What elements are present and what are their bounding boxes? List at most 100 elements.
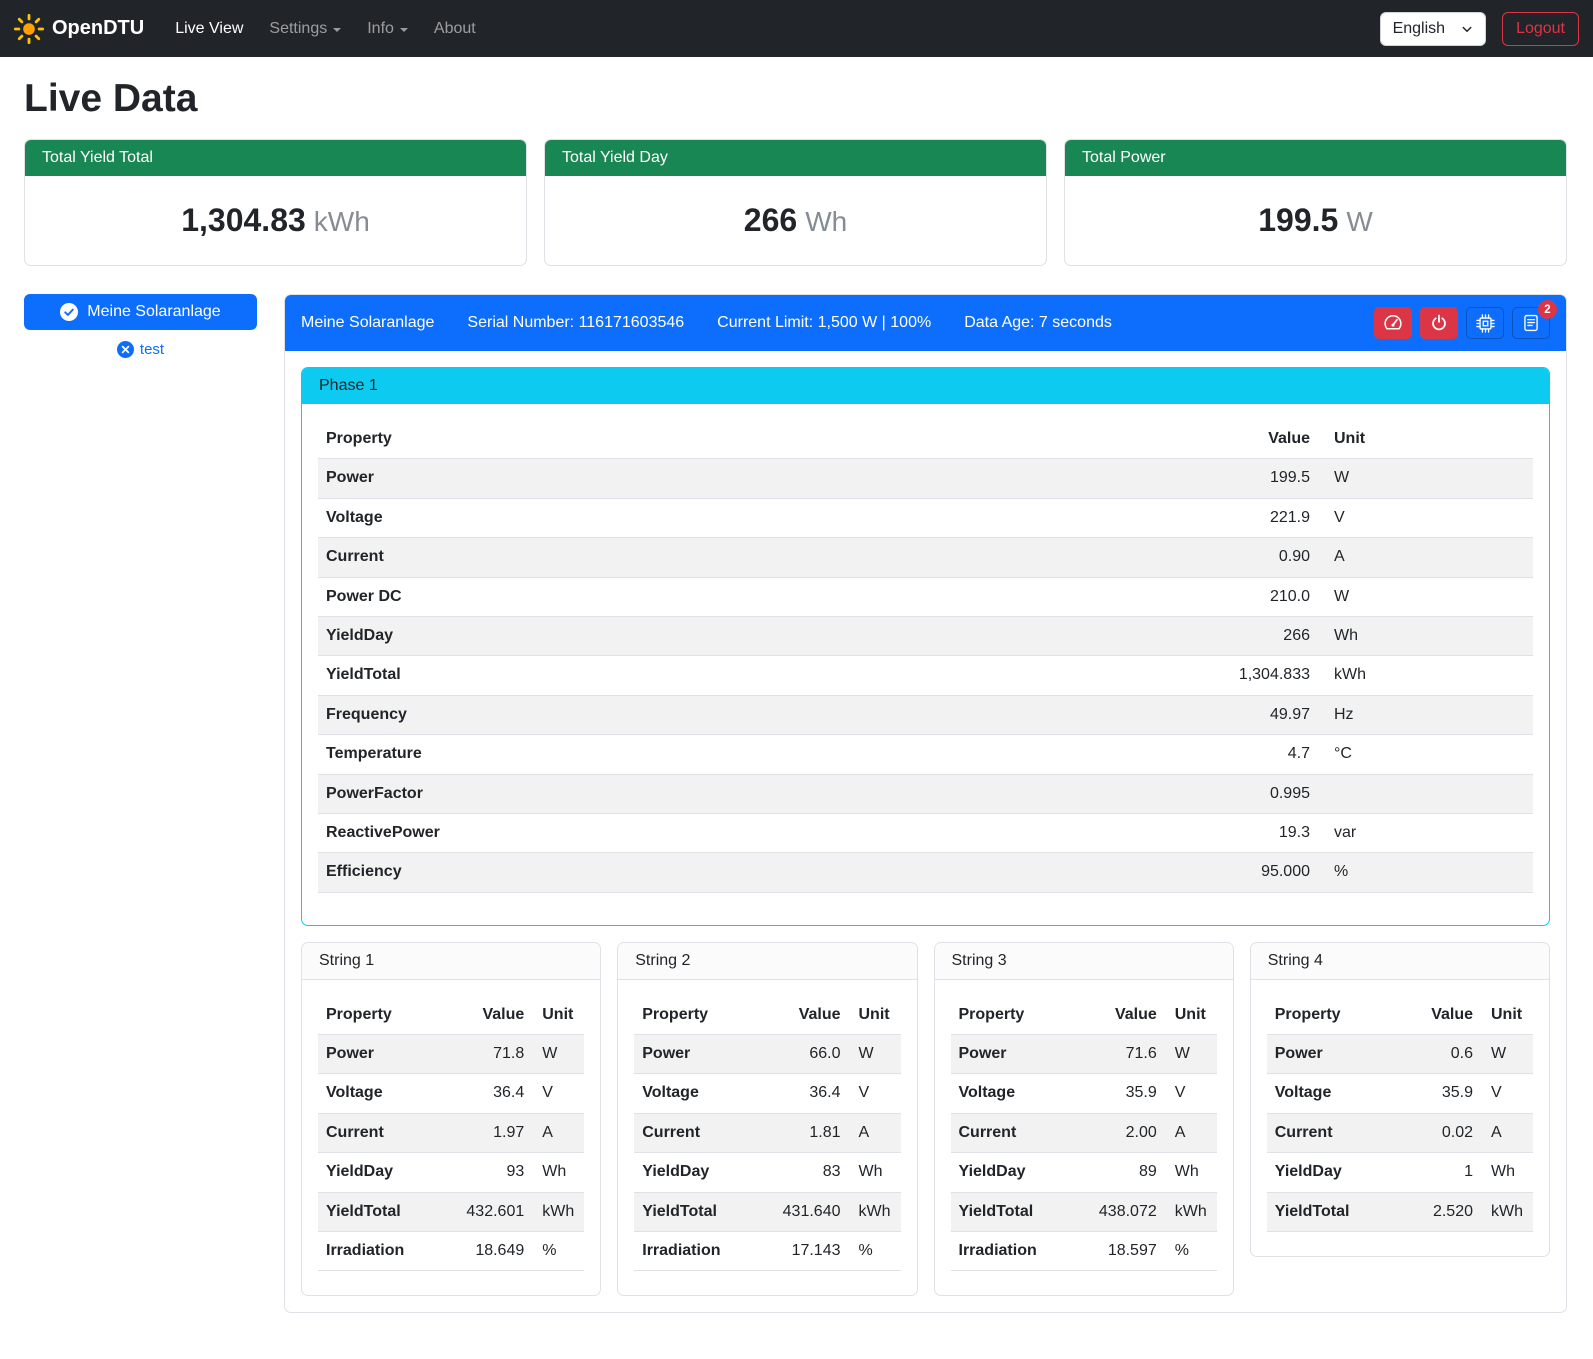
language-select[interactable]: English <box>1380 12 1486 46</box>
table-row: Voltage35.9V <box>951 1074 1217 1113</box>
property-cell: Power <box>1267 1035 1405 1074</box>
string-card-title: String 2 <box>618 943 916 980</box>
table-row: Voltage221.9V <box>318 498 1533 537</box>
unit: W <box>1346 206 1372 237</box>
property-cell: Current <box>318 1113 456 1152</box>
unit-cell: Wh <box>532 1153 584 1192</box>
property-cell: PowerFactor <box>318 774 916 813</box>
inverter-limit: Current Limit: 1,500 W | 100% <box>717 314 931 332</box>
logout-button[interactable]: Logout <box>1502 12 1579 46</box>
property-cell: YieldTotal <box>318 656 916 695</box>
column-property: Property <box>318 996 456 1035</box>
phase-card-title: Phase 1 <box>302 368 1549 404</box>
table-row: Power DC210.0W <box>318 577 1533 616</box>
string-card-2: String 2PropertyValueUnitPower66.0WVolta… <box>617 942 917 1297</box>
property-cell: YieldDay <box>318 1153 456 1192</box>
phase-card: Phase 1 Property Value Unit Power199.5WV… <box>301 367 1550 926</box>
value-cell: 0.90 <box>916 538 1318 577</box>
unit-cell: A <box>1165 1113 1217 1152</box>
value-cell: 431.640 <box>773 1192 849 1231</box>
power-button[interactable] <box>1420 307 1458 339</box>
value-cell: 49.97 <box>916 695 1318 734</box>
column-unit: Unit <box>1318 420 1533 459</box>
value-cell: 4.7 <box>916 735 1318 774</box>
string-table: PropertyValueUnitPower71.8WVoltage36.4VC… <box>318 996 584 1272</box>
speedometer-icon <box>1383 313 1403 333</box>
property-cell: YieldDay <box>634 1153 772 1192</box>
inverter-name: Meine Solaranlage <box>301 314 434 332</box>
inverter-card: Meine Solaranlage Serial Number: 1161716… <box>284 294 1567 1313</box>
limit-settings-button[interactable] <box>1374 307 1412 339</box>
unit-cell: % <box>1318 853 1533 892</box>
nav-settings-dropdown[interactable]: Settings <box>256 12 354 46</box>
value-cell: 35.9 <box>1089 1074 1165 1113</box>
value-cell: 0.02 <box>1405 1113 1481 1152</box>
value-cell: 0.6 <box>1405 1035 1481 1074</box>
table-row: Current1.81A <box>634 1113 900 1152</box>
column-value: Value <box>456 996 532 1035</box>
value-cell: 266 <box>916 616 1318 655</box>
column-unit: Unit <box>1165 996 1217 1035</box>
string-card-body: PropertyValueUnitPower0.6WVoltage35.9VCu… <box>1251 980 1549 1256</box>
unit-cell: Wh <box>849 1153 901 1192</box>
unit-cell: W <box>1318 459 1533 498</box>
sidebar-item-label: test <box>140 341 164 358</box>
unit-cell: % <box>1165 1232 1217 1271</box>
unit-cell: V <box>849 1074 901 1113</box>
event-log-button[interactable]: 2 <box>1512 307 1550 339</box>
table-row: YieldTotal438.072kWh <box>951 1192 1217 1231</box>
nav-settings-label: Settings <box>269 20 327 38</box>
value-cell: 1.81 <box>773 1113 849 1152</box>
value-cell: 83 <box>773 1153 849 1192</box>
property-cell: Current <box>951 1113 1089 1152</box>
unit-cell: var <box>1318 813 1533 852</box>
inverter-sidebar: Meine Solaranlage test <box>24 294 257 358</box>
column-value: Value <box>1405 996 1481 1035</box>
string-card-4: String 4PropertyValueUnitPower0.6WVoltag… <box>1250 942 1550 1257</box>
unit-cell: Hz <box>1318 695 1533 734</box>
nav-live-view[interactable]: Live View <box>162 12 256 46</box>
table-header-row: PropertyValueUnit <box>318 996 584 1035</box>
table-row: Power71.8W <box>318 1035 584 1074</box>
unit-cell: Wh <box>1165 1153 1217 1192</box>
string-table-body: Power71.6WVoltage35.9VCurrent2.00AYieldD… <box>951 1035 1217 1271</box>
card-title: Total Yield Total <box>25 140 526 176</box>
property-cell: Power <box>318 1035 456 1074</box>
strings-row: String 1PropertyValueUnitPower71.8WVolta… <box>301 942 1550 1297</box>
property-cell: Current <box>318 538 916 577</box>
inverter-serial: Serial Number: 116171603546 <box>467 314 684 332</box>
event-count-badge: 2 <box>1538 300 1557 319</box>
value-cell: 71.6 <box>1089 1035 1165 1074</box>
column-value: Value <box>916 420 1318 459</box>
nav-info-dropdown[interactable]: Info <box>354 12 421 46</box>
inverter-select-button[interactable]: Meine Solaranlage <box>24 294 257 330</box>
table-row: YieldTotal1,304.833kWh <box>318 656 1533 695</box>
unit-cell: A <box>1481 1113 1533 1152</box>
string-card-3: String 3PropertyValueUnitPower71.6WVolta… <box>934 942 1234 1297</box>
table-header-row: Property Value Unit <box>318 420 1533 459</box>
string-card-body: PropertyValueUnitPower71.8WVoltage36.4VC… <box>302 980 600 1296</box>
brand-label: OpenDTU <box>52 17 144 40</box>
table-row: Power71.6W <box>951 1035 1217 1074</box>
property-cell: Current <box>1267 1113 1405 1152</box>
property-cell: YieldTotal <box>318 1192 456 1231</box>
live-row: Meine Solaranlage test Meine Solaranlage… <box>24 294 1567 1313</box>
table-row: Irradiation18.649% <box>318 1232 584 1271</box>
table-row: Frequency49.97Hz <box>318 695 1533 734</box>
sidebar-item-test[interactable]: test <box>24 341 257 358</box>
brand[interactable]: OpenDTU <box>14 14 144 44</box>
value-cell: 1.97 <box>456 1113 532 1152</box>
table-row: YieldTotal431.640kWh <box>634 1192 900 1231</box>
phase-table-body: Power199.5WVoltage221.9VCurrent0.90APowe… <box>318 459 1533 892</box>
unit-cell: W <box>1165 1035 1217 1074</box>
nav-about[interactable]: About <box>421 12 489 46</box>
unit-cell: W <box>849 1035 901 1074</box>
table-row: YieldTotal2.520kWh <box>1267 1192 1533 1231</box>
device-info-button[interactable] <box>1466 307 1504 339</box>
string-card-title: String 1 <box>302 943 600 980</box>
inverter-header-buttons: 2 <box>1374 307 1550 339</box>
table-row: Voltage36.4V <box>318 1074 584 1113</box>
table-row: Voltage36.4V <box>634 1074 900 1113</box>
unit-cell: A <box>532 1113 584 1152</box>
table-row: Power66.0W <box>634 1035 900 1074</box>
